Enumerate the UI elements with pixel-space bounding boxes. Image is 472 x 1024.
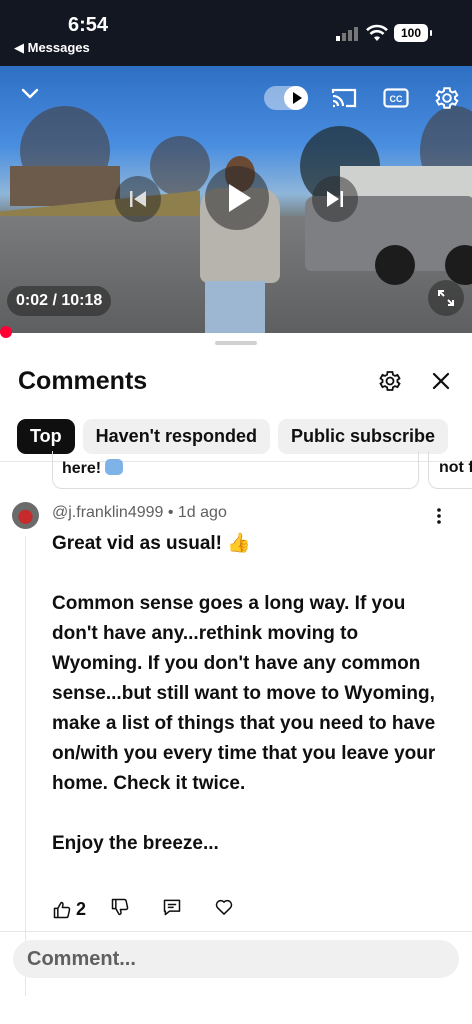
close-icon[interactable] bbox=[431, 371, 451, 391]
wifi-icon bbox=[366, 24, 388, 41]
closed-captions-icon[interactable]: CC bbox=[383, 88, 409, 108]
chip-havent-responded[interactable]: Haven't responded bbox=[82, 419, 270, 454]
chip-public-subscribers[interactable]: Public subscribe bbox=[277, 419, 449, 454]
video-timecode: 0:02 / 10:18 bbox=[7, 286, 112, 316]
filter-chips: Top Haven't responded Public subscribe bbox=[17, 419, 449, 454]
battery-indicator: 100 bbox=[394, 24, 432, 42]
skip-next-icon bbox=[327, 191, 343, 207]
more-options-icon[interactable] bbox=[436, 507, 442, 525]
previous-reply-card[interactable]: here! bbox=[52, 451, 419, 489]
next-reply-card[interactable]: not f bbox=[428, 451, 472, 489]
comment-text: Great vid as usual! 👍 Common sense goes … bbox=[52, 533, 436, 854]
avatar[interactable] bbox=[12, 502, 39, 529]
back-to-messages-link[interactable]: ◀ Messages bbox=[14, 40, 90, 56]
dislike-button[interactable] bbox=[110, 897, 130, 922]
status-bar: 6:54 ◀ Messages 100 bbox=[0, 0, 472, 66]
previous-reply-text: here! bbox=[62, 460, 102, 477]
fullscreen-button[interactable] bbox=[428, 280, 464, 316]
heart-icon bbox=[215, 899, 233, 915]
panel-title: Comments bbox=[18, 367, 148, 395]
reply-button[interactable] bbox=[162, 897, 182, 922]
chevron-down-icon[interactable] bbox=[20, 86, 40, 100]
comment-input[interactable]: Comment... bbox=[13, 940, 459, 978]
thread-line bbox=[25, 536, 26, 996]
drag-handle[interactable] bbox=[215, 341, 257, 345]
like-count: 2 bbox=[76, 899, 87, 919]
cellular-signal-icon bbox=[336, 27, 358, 41]
fullscreen-icon bbox=[438, 290, 454, 306]
autoplay-toggle[interactable] bbox=[264, 86, 308, 110]
skip-previous-icon bbox=[130, 191, 146, 207]
settings-gear-icon[interactable] bbox=[378, 369, 402, 393]
play-icon bbox=[293, 92, 302, 104]
play-icon bbox=[229, 184, 251, 212]
thumbs-down-icon bbox=[111, 898, 129, 916]
thumbs-up-icon[interactable] bbox=[52, 900, 72, 920]
chip-top[interactable]: Top bbox=[17, 419, 75, 454]
reply-comment-icon bbox=[163, 899, 181, 916]
previous-button[interactable] bbox=[115, 176, 161, 222]
settings-gear-icon[interactable] bbox=[434, 85, 460, 111]
emoji-icon bbox=[105, 459, 124, 475]
person-legs bbox=[205, 281, 265, 333]
next-button[interactable] bbox=[312, 176, 358, 222]
video-region: 6:54 ◀ Messages 100 CC 0:02 / 10:18 bbox=[0, 0, 472, 333]
clock: 6:54 bbox=[68, 14, 109, 36]
play-button[interactable] bbox=[205, 166, 269, 230]
next-reply-text: not f bbox=[439, 459, 472, 476]
progress-scrubber[interactable] bbox=[0, 326, 12, 338]
comment-actions: 2 bbox=[52, 897, 266, 922]
comment-author-meta[interactable]: @j.franklin4999 • 1d ago bbox=[52, 504, 227, 522]
divider bbox=[0, 931, 472, 932]
heart-button[interactable] bbox=[214, 897, 234, 922]
truck-wheel bbox=[375, 245, 415, 285]
autoplay-toggle-knob bbox=[284, 86, 308, 110]
comments-panel: Comments Top Haven't responded Public su… bbox=[0, 333, 472, 1024]
cast-icon[interactable] bbox=[331, 87, 357, 109]
svg-text:CC: CC bbox=[390, 94, 403, 104]
